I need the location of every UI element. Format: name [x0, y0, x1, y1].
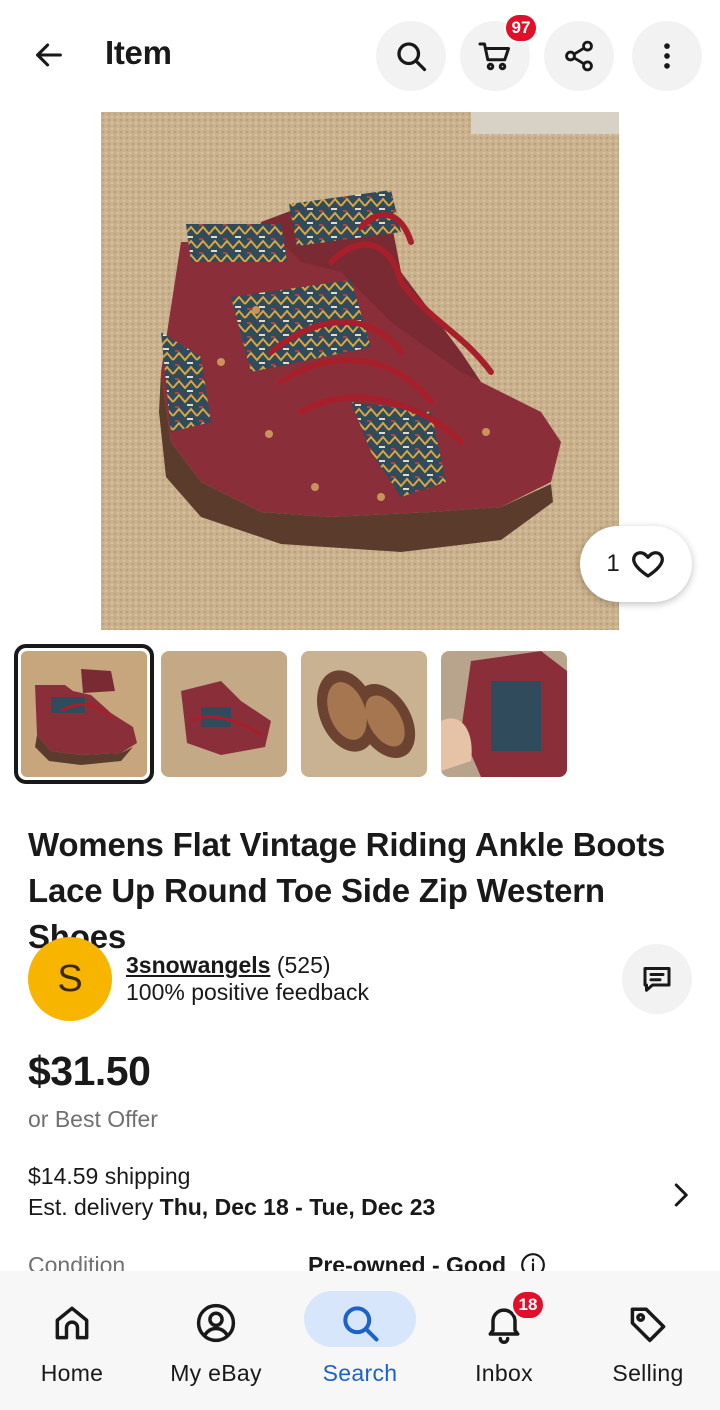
seller-info: 3snowangels (525): [126, 952, 331, 979]
shipping-details-button[interactable]: [664, 1178, 696, 1212]
image-thumbnails: [14, 644, 574, 784]
home-icon: [48, 1299, 96, 1347]
nav-my-ebay[interactable]: My eBay: [144, 1271, 288, 1410]
info-icon[interactable]: [520, 1252, 546, 1272]
estimated-delivery: Est. delivery Thu, Dec 18 - Tue, Dec 23: [28, 1194, 435, 1221]
nav-search[interactable]: Search: [288, 1271, 432, 1410]
top-app-bar: Item 97: [0, 0, 720, 110]
share-icon: [565, 40, 593, 72]
delivery-prefix: Est. delivery: [28, 1194, 160, 1220]
chevron-right-icon: [674, 1183, 688, 1207]
thumbnail-4[interactable]: [441, 651, 567, 777]
seller-positive-feedback: 100% positive feedback: [126, 979, 369, 1005]
nav-home[interactable]: Home: [0, 1271, 144, 1410]
main-product-image[interactable]: [101, 112, 619, 630]
nav-inbox[interactable]: 18 Inbox: [432, 1271, 576, 1410]
seller-avatar[interactable]: S: [28, 937, 112, 1021]
nav-inbox-label: Inbox: [475, 1360, 533, 1386]
nav-selling-label: Selling: [612, 1360, 684, 1386]
item-price: $31.50: [28, 1048, 151, 1094]
nav-search-label: Search: [322, 1360, 398, 1386]
arrow-left-icon: [36, 43, 62, 67]
thumbnail-2[interactable]: [161, 651, 287, 777]
page-title: Item: [105, 34, 172, 71]
nav-home-label: Home: [40, 1360, 104, 1386]
share-button[interactable]: [544, 21, 614, 91]
delivery-dates: Thu, Dec 18 - Tue, Dec 23: [159, 1194, 436, 1220]
cart-icon: [478, 42, 510, 71]
profile-icon: [192, 1299, 240, 1347]
thumbnail-1[interactable]: [14, 644, 154, 784]
bottom-navigation: Home My eBay Search 18 Inbox Selling: [0, 1271, 720, 1410]
tag-icon: [624, 1299, 672, 1347]
contact-seller-button[interactable]: [622, 944, 692, 1014]
best-offer-text: or Best Offer: [28, 1106, 158, 1132]
seller-name-link[interactable]: 3snowangels: [126, 952, 270, 978]
search-icon: [397, 42, 427, 72]
nav-selling[interactable]: Selling: [576, 1271, 720, 1410]
seller-feedback-score: (525): [276, 952, 331, 978]
nav-my-ebay-label: My eBay: [170, 1360, 262, 1386]
thumbnail-3[interactable]: [301, 651, 427, 777]
inbox-count-badge: 18: [511, 1290, 545, 1320]
search-icon: [336, 1299, 384, 1347]
message-icon: [643, 967, 671, 992]
cart-count-badge: 97: [504, 13, 538, 43]
heart-icon: [631, 551, 664, 578]
search-button[interactable]: [376, 21, 446, 91]
condition-row: Condition Pre-owned - Good: [0, 1250, 720, 1272]
item-title: Womens Flat Vintage Riding Ankle Boots L…: [28, 826, 666, 955]
back-button[interactable]: [24, 30, 74, 80]
condition-label: Condition: [28, 1252, 126, 1272]
watch-count: 1: [606, 550, 620, 577]
more-options-button[interactable]: [632, 21, 702, 91]
shipping-cost: $14.59 shipping: [28, 1163, 191, 1189]
condition-value: Pre-owned - Good: [308, 1252, 507, 1272]
watch-button[interactable]: 1: [580, 526, 692, 602]
more-vertical-icon: [664, 43, 670, 69]
